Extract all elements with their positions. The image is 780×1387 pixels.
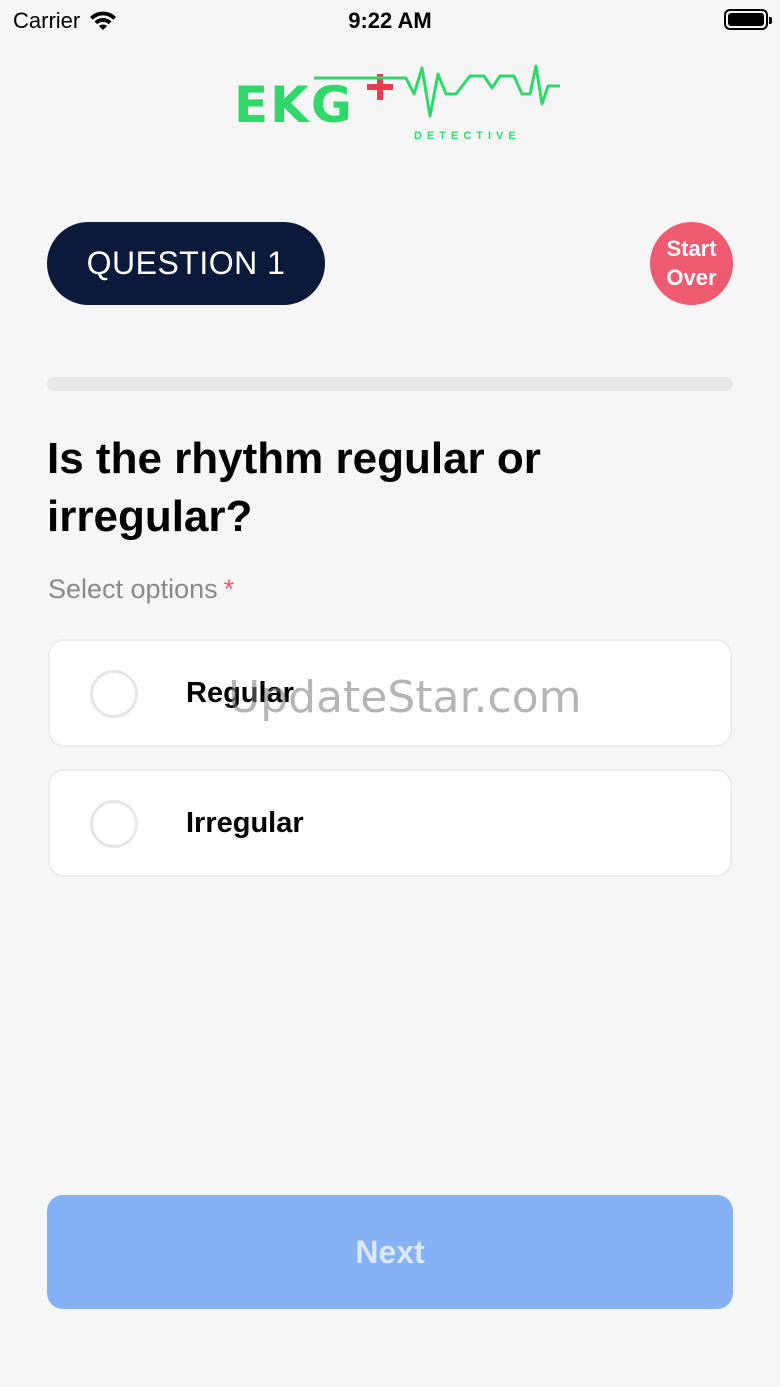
radio-button[interactable]	[90, 800, 138, 848]
select-options-text: Select options	[48, 574, 218, 604]
select-options-label: Select options *	[48, 574, 234, 605]
option-label: Irregular	[186, 806, 304, 839]
next-button[interactable]: Next	[47, 1195, 733, 1309]
battery-icon	[724, 9, 772, 30]
battery-fill	[728, 13, 764, 26]
question-number-pill: QUESTION 1	[47, 222, 325, 305]
status-bar: Carrier 9:22 AM	[0, 0, 780, 40]
logo-subtitle: DETECTIVE	[414, 130, 521, 142]
start-over-button[interactable]: Start Over	[650, 222, 733, 305]
status-time: 9:22 AM	[348, 8, 432, 33]
question-text: Is the rhythm regular or irregular?	[47, 434, 541, 541]
required-marker: *	[223, 574, 235, 604]
option-label: Regular	[186, 676, 294, 709]
start-over-line1: Start	[666, 235, 717, 261]
app-logo: EKG DETECTIVE	[234, 64, 564, 149]
radio-button[interactable]	[90, 670, 138, 718]
start-over-line2: Over	[666, 264, 717, 290]
option-regular[interactable]: Regular	[48, 639, 732, 747]
progress-bar	[47, 377, 733, 391]
option-irregular[interactable]: Irregular	[48, 769, 732, 877]
question-number-label: QUESTION 1	[86, 245, 286, 281]
